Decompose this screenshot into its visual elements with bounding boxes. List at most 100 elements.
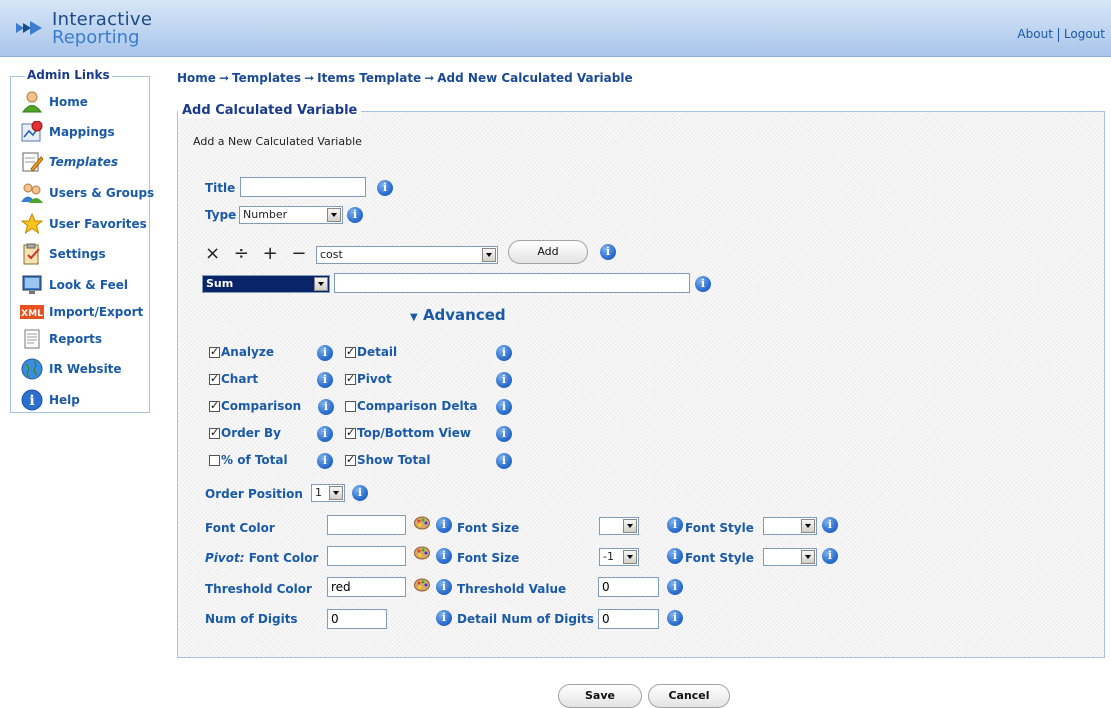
chart-checkbox[interactable]	[209, 372, 220, 385]
pivot-font-color-input[interactable]	[327, 546, 406, 566]
chevron-down-icon	[482, 248, 496, 262]
comparison-delta-label: Comparison Delta	[357, 399, 478, 413]
sidebar-item-mappings[interactable]: Mappings	[19, 119, 115, 145]
app-header: Interactive Reporting About Logout	[0, 0, 1111, 57]
top-links: About Logout	[1017, 27, 1105, 42]
logout-link[interactable]: Logout	[1064, 27, 1105, 41]
type-select[interactable]: Number	[239, 206, 343, 224]
sidebar-item-label: Reports	[49, 332, 103, 346]
info-icon[interactable]: i	[496, 372, 512, 388]
info-icon[interactable]: i	[317, 345, 333, 361]
info-icon[interactable]: i	[667, 548, 683, 564]
breadcrumb: Home ➞ Templates ➞ Items Template ➞ Add New Ca…	[177, 71, 633, 85]
info-icon[interactable]: i	[822, 548, 838, 564]
pivot-font-size-select[interactable]: -1	[599, 548, 639, 566]
about-link[interactable]: About	[1017, 27, 1052, 41]
advanced-label: Advanced	[422, 306, 506, 324]
info-icon[interactable]: i	[317, 453, 333, 469]
breadcrumb-templates[interactable]: Templates	[232, 71, 301, 85]
order-by-checkbox[interactable]	[209, 426, 220, 439]
info-icon[interactable]: i	[436, 610, 452, 626]
comparison-delta-checkbox[interactable]	[345, 401, 356, 412]
save-button[interactable]: Save	[558, 684, 642, 708]
info-icon[interactable]: i	[667, 610, 683, 626]
sidebar-item-home[interactable]: Home	[19, 89, 88, 115]
sidebar-item-import-export[interactable]: XML Import/Export	[19, 299, 143, 325]
show-total-checkbox[interactable]	[345, 453, 356, 466]
pivot-checkbox[interactable]	[345, 372, 356, 385]
num-digits-input[interactable]	[327, 609, 387, 629]
info-icon[interactable]: i	[667, 579, 683, 595]
title-input[interactable]	[240, 177, 366, 197]
sidebar-item-settings[interactable]: Settings	[19, 241, 106, 267]
cancel-button[interactable]: Cancel	[648, 684, 730, 708]
monitor-icon	[19, 273, 45, 297]
analyze-checkbox[interactable]	[209, 345, 220, 358]
info-icon[interactable]: i	[377, 180, 393, 196]
add-button[interactable]: Add	[508, 240, 588, 264]
info-icon[interactable]: i	[436, 517, 452, 533]
comparison-checkbox[interactable]	[209, 399, 220, 412]
info-icon[interactable]: i	[317, 372, 333, 388]
info-icon[interactable]: i	[347, 207, 363, 223]
show-total-label: Show Total	[357, 453, 431, 467]
info-icon[interactable]: i	[436, 579, 452, 595]
analyze-label: Analyze	[221, 345, 274, 359]
threshold-value-input[interactable]	[598, 577, 659, 597]
info-icon[interactable]: i	[496, 453, 512, 469]
caret-down-icon: ▼	[410, 312, 418, 323]
top-bottom-view-checkbox[interactable]	[345, 426, 356, 439]
color-palette-icon[interactable]	[414, 546, 430, 560]
advanced-toggle[interactable]: ▼ Advanced	[410, 306, 506, 324]
sidebar-item-label: User Favorites	[49, 217, 147, 231]
sidebar-item-label: Import/Export	[49, 305, 144, 319]
sidebar-item-help[interactable]: i Help	[19, 387, 80, 413]
info-icon[interactable]: i	[695, 276, 711, 292]
pivot-prefix: Pivot:	[205, 551, 245, 565]
settings-icon	[19, 242, 45, 266]
info-icon[interactable]: i	[318, 399, 334, 415]
sidebar-item-look-feel[interactable]: Look & Feel	[19, 272, 128, 298]
order-position-value: 1	[315, 486, 322, 499]
sidebar-item-reports[interactable]: Reports	[19, 326, 102, 352]
font-style-select[interactable]	[763, 517, 817, 535]
pivot-font-color-label: Pivot: Font Color	[205, 551, 318, 565]
info-icon[interactable]: i	[496, 399, 512, 415]
threshold-color-input[interactable]	[327, 577, 406, 597]
color-palette-icon[interactable]	[414, 516, 430, 530]
detail-checkbox[interactable]	[345, 345, 356, 358]
info-icon[interactable]: i	[317, 426, 333, 442]
detail-num-digits-input[interactable]	[598, 609, 659, 629]
breadcrumb-arrow-icon: ➞	[424, 71, 435, 85]
info-icon[interactable]: i	[822, 517, 838, 533]
order-position-label: Order Position	[205, 487, 303, 501]
color-palette-icon[interactable]	[414, 578, 430, 592]
info-icon[interactable]: i	[496, 345, 512, 361]
info-icon[interactable]: i	[436, 548, 452, 564]
field-select[interactable]: cost	[316, 246, 498, 264]
sidebar-item-templates[interactable]: Templates	[19, 149, 118, 175]
font-color-input[interactable]	[327, 515, 406, 535]
pivot-font-style-select[interactable]	[763, 548, 817, 566]
info-icon[interactable]: i	[600, 244, 616, 260]
font-size-label: Font Size	[457, 521, 520, 535]
pivot-font-size-value: -1	[603, 550, 614, 563]
aggregate-select[interactable]: Sum	[202, 275, 330, 293]
sidebar-item-user-favorites[interactable]: User Favorites	[19, 211, 147, 237]
sidebar-item-ir-website[interactable]: IR Website	[19, 356, 122, 382]
star-icon	[19, 212, 45, 236]
chevron-down-icon	[314, 277, 328, 291]
expression-input[interactable]	[334, 273, 690, 293]
operators[interactable]: × ÷ + −	[205, 243, 311, 264]
breadcrumb-items-template[interactable]: Items Template	[317, 71, 421, 85]
percent-of-total-checkbox[interactable]	[209, 455, 220, 466]
home-user-icon	[19, 90, 45, 114]
svg-text:i: i	[29, 393, 34, 409]
breadcrumb-home[interactable]: Home	[177, 71, 216, 85]
sidebar-item-users-groups[interactable]: Users & Groups	[19, 180, 154, 206]
order-position-select[interactable]: 1	[311, 484, 345, 502]
info-icon[interactable]: i	[496, 426, 512, 442]
info-icon[interactable]: i	[667, 517, 683, 533]
info-icon[interactable]: i	[352, 485, 368, 501]
font-size-select[interactable]	[599, 517, 639, 535]
